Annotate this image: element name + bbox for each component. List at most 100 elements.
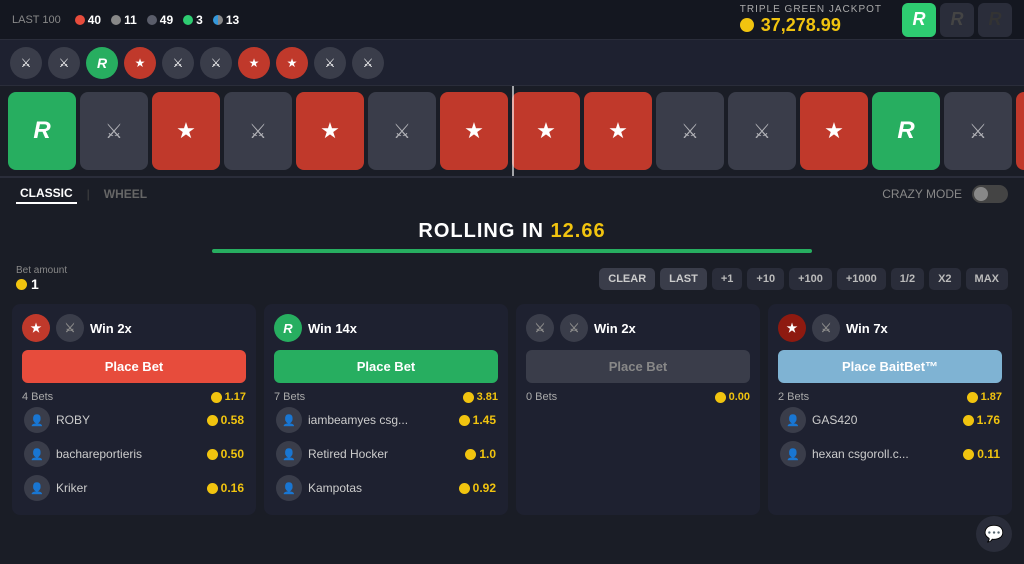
panel-header: ★ ⚔ Win 2x <box>22 314 246 342</box>
panel-header: R Win 14x <box>274 314 498 342</box>
panel-bets-count: 4 Bets <box>22 391 53 403</box>
panel-win-label: Win 14x <box>308 321 357 336</box>
dot-gray2-icon <box>147 15 157 25</box>
panel-total-amount: 3.81 <box>463 391 498 403</box>
player-amount-value: 1.0 <box>479 447 496 461</box>
history-row: ⚔ ⚔ R ★ ⚔ ⚔ ★ ★ ⚔ ⚔ <box>0 40 1024 86</box>
bet-panel-0: ★ ⚔ Win 2x Place Bet 4 Bets 1.17 👤 ROBY … <box>12 304 256 515</box>
panel-players-1: 👤 iambeamyes csg... 1.45 👤 Retired Hocke… <box>274 403 498 505</box>
place-bet-button-2[interactable]: Place Bet <box>526 350 750 383</box>
stat-half-count: 13 <box>226 13 239 27</box>
panel-coin-icon <box>211 392 222 403</box>
panel-icon-green: R <box>274 314 302 342</box>
jackpot-label: TRIPLE GREEN JACKPOT <box>740 4 882 15</box>
player-amount-value: 0.58 <box>221 413 244 427</box>
player-avatar: 👤 <box>276 441 302 467</box>
player-entry: 👤 bachareportieris 0.50 <box>22 437 246 471</box>
bet-coin-icon <box>16 279 27 290</box>
hist-item-2: R <box>86 47 118 79</box>
panel-header: ★ ⚔ Win 7x <box>778 314 1002 342</box>
stat-green: 3 <box>183 13 203 27</box>
tab-classic[interactable]: CLASSIC <box>16 184 77 204</box>
hist-item-0: ⚔ <box>10 47 42 79</box>
btn-x2[interactable]: X2 <box>929 268 960 290</box>
stat-red: 40 <box>75 13 101 27</box>
bet-amount-label: Bet amount <box>16 265 67 276</box>
btn-max[interactable]: MAX <box>966 268 1008 290</box>
stat-gray1: 11 <box>111 13 137 27</box>
player-entry: 👤 ROBY 0.58 <box>22 403 246 437</box>
player-avatar: 👤 <box>780 441 806 467</box>
hist-item-6: ★ <box>238 47 270 79</box>
btn-plus1000[interactable]: +1000 <box>837 268 886 290</box>
hist-item-4: ⚔ <box>162 47 194 79</box>
player-coin-icon <box>963 449 974 460</box>
reel-item-2: ★ <box>152 92 220 170</box>
player-amount: 0.58 <box>207 413 244 427</box>
rolling-text: ROLLING IN 12.66 <box>0 220 1024 243</box>
reel-item-9: ⚔ <box>656 92 724 170</box>
chat-button[interactable]: 💬 <box>976 516 1012 552</box>
player-amount: 1.45 <box>459 413 496 427</box>
panel-icon-gray3: ⚔ <box>812 314 840 342</box>
dot-half-icon <box>213 15 223 25</box>
reel-sword-icon: ⚔ <box>753 119 771 144</box>
reel-item-8: ★ <box>584 92 652 170</box>
panel-bets-count: 7 Bets <box>274 391 305 403</box>
rolling-number: 12.66 <box>551 220 606 242</box>
mode-r-inactive1[interactable]: R <box>940 3 974 37</box>
jackpot-section: TRIPLE GREEN JACKPOT 37,278.99 <box>740 4 882 36</box>
reel-item-0: R <box>8 92 76 170</box>
btn-plus1[interactable]: +1 <box>712 268 743 290</box>
player-amount-value: 0.92 <box>473 481 496 495</box>
player-amount: 0.16 <box>207 481 244 495</box>
player-amount: 0.92 <box>459 481 496 495</box>
player-coin-icon <box>963 415 974 426</box>
mode-row: CLASSIC | WHEEL CRAZY MODE <box>0 178 1024 210</box>
panel-win-label: Win 2x <box>90 321 132 336</box>
rolling-section: ROLLING IN 12.66 <box>0 210 1024 259</box>
btn-half[interactable]: 1/2 <box>891 268 924 290</box>
bet-amount-value: 1 <box>16 276 67 292</box>
panel-amount-value: 0.00 <box>729 391 750 403</box>
mode-r-active[interactable]: R <box>902 3 936 37</box>
player-entry: 👤 Retired Hocker 1.0 <box>274 437 498 471</box>
btn-clear[interactable]: CLEAR <box>599 268 655 290</box>
place-bet-button-0[interactable]: Place Bet <box>22 350 246 383</box>
place-bet-button-3[interactable]: Place BaitBet™ <box>778 350 1002 383</box>
bet-panels: ★ ⚔ Win 2x Place Bet 4 Bets 1.17 👤 ROBY … <box>0 298 1024 521</box>
btn-plus100[interactable]: +100 <box>789 268 832 290</box>
reel-star-icon: ★ <box>824 118 844 144</box>
panel-total-amount: 1.87 <box>967 391 1002 403</box>
player-coin-icon <box>207 483 218 494</box>
reel-sword-icon: ⚔ <box>105 119 123 144</box>
hist-item-9: ⚔ <box>352 47 384 79</box>
panel-win-label: Win 2x <box>594 321 636 336</box>
mode-r-inactive2[interactable]: R <box>978 3 1012 37</box>
panel-icon-darkred: ★ <box>778 314 806 342</box>
reel-center-line <box>512 86 514 176</box>
player-name: Kriker <box>56 481 201 495</box>
btn-plus10[interactable]: +10 <box>747 268 784 290</box>
bet-buttons: CLEAR LAST +1 +10 +100 +1000 1/2 X2 MAX <box>599 268 1008 290</box>
crazy-mode-toggle[interactable] <box>972 185 1008 203</box>
r-logo-active: R <box>913 9 926 30</box>
r-logo-inactive2: R <box>989 9 1002 30</box>
stat-half: 13 <box>213 13 239 27</box>
panel-stats: 0 Bets 0.00 <box>526 391 750 403</box>
bet-panel-3: ★ ⚔ Win 7x Place BaitBet™ 2 Bets 1.87 👤 … <box>768 304 1012 515</box>
reel-r-logo: R <box>33 117 50 145</box>
top-bar: LAST 100 40 11 49 3 13 TRIPLE GREEN JACK… <box>0 0 1024 40</box>
reel-item-4: ★ <box>296 92 364 170</box>
panel-header: ⚔ ⚔ Win 2x <box>526 314 750 342</box>
player-amount: 1.0 <box>465 447 496 461</box>
player-amount-value: 1.76 <box>977 413 1000 427</box>
tab-wheel[interactable]: WHEEL <box>100 185 151 203</box>
player-name: GAS420 <box>812 413 957 427</box>
panel-bets-count: 2 Bets <box>778 391 809 403</box>
hist-item-7: ★ <box>276 47 308 79</box>
btn-last[interactable]: LAST <box>660 268 707 290</box>
place-bet-button-1[interactable]: Place Bet <box>274 350 498 383</box>
player-entry: 👤 Kampotas 0.92 <box>274 471 498 505</box>
player-coin-icon <box>465 449 476 460</box>
